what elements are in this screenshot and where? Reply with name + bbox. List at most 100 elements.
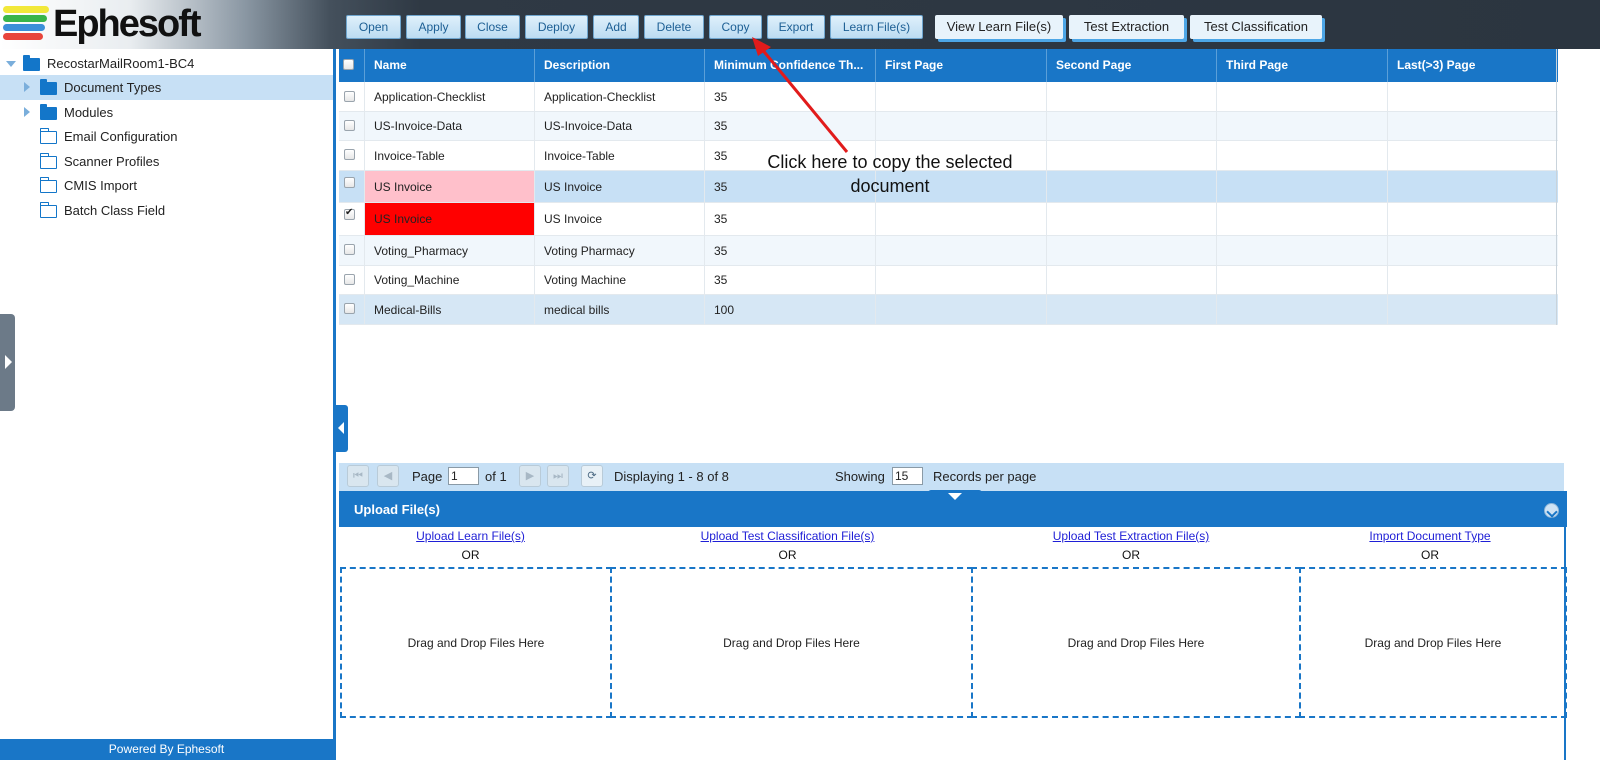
table-row[interactable]: Voting_Machine Voting Machine 35 bbox=[339, 266, 1558, 295]
last-page-cell bbox=[1387, 171, 1558, 202]
column-header-name[interactable]: Name bbox=[364, 49, 534, 82]
records-per-page-input[interactable]: 15 bbox=[892, 467, 923, 485]
column-header-first-page[interactable]: First Page bbox=[875, 49, 1046, 82]
import-document-type-link[interactable]: Import Document Type bbox=[1299, 529, 1561, 543]
select-all-checkbox[interactable] bbox=[343, 59, 354, 70]
tree-item-email-configuration[interactable]: Email Configuration bbox=[0, 124, 333, 149]
row-checkbox[interactable] bbox=[344, 177, 355, 188]
dropzone-label: Drag and Drop Files Here bbox=[1067, 635, 1205, 650]
test-extraction-dropzone[interactable]: Drag and Drop Files Here bbox=[971, 567, 1301, 718]
logo-wordmark: Ephesoft bbox=[53, 3, 202, 45]
name-cell: Invoice-Table bbox=[364, 141, 534, 170]
table-row[interactable]: Medical-Bills medical bills 100 bbox=[339, 295, 1558, 325]
first-page-cell bbox=[875, 82, 1046, 111]
last-page-cell bbox=[1387, 141, 1558, 170]
expand-panel-handle[interactable] bbox=[0, 314, 15, 411]
description-cell: US-Invoice-Data bbox=[534, 112, 704, 140]
split-collapse-handle[interactable] bbox=[928, 490, 982, 504]
row-checkbox[interactable] bbox=[344, 120, 355, 131]
learn-files-dropzone[interactable]: Drag and Drop Files Here bbox=[340, 567, 612, 718]
description-cell: Voting Pharmacy bbox=[534, 236, 704, 265]
import-document-type-dropzone[interactable]: Drag and Drop Files Here bbox=[1299, 567, 1567, 718]
apply-button[interactable]: Apply bbox=[406, 15, 461, 39]
annotation-callout: Click here to copy the selected document bbox=[744, 150, 1036, 198]
refresh-icon[interactable]: ⟳ bbox=[581, 465, 603, 487]
test-classification-dropzone[interactable]: Drag and Drop Files Here bbox=[610, 567, 973, 718]
test-extraction-tab[interactable]: Test Extraction bbox=[1069, 15, 1184, 39]
name-cell: Voting_Machine bbox=[364, 266, 534, 294]
row-checkbox[interactable] bbox=[344, 244, 355, 255]
description-cell: US Invoice bbox=[534, 171, 704, 202]
table-row[interactable]: Application-Checklist Application-Checkl… bbox=[339, 82, 1558, 112]
tree-item-modules[interactable]: Modules bbox=[0, 100, 333, 125]
copy-button[interactable]: Copy bbox=[709, 15, 762, 39]
name-cell: Application-Checklist bbox=[364, 82, 534, 111]
dropzone-label: Drag and Drop Files Here bbox=[1364, 635, 1502, 650]
upload-panel-title: Upload File(s) bbox=[354, 502, 440, 517]
second-page-cell bbox=[1046, 112, 1216, 140]
open-button[interactable]: Open bbox=[346, 15, 401, 39]
upload-test-extraction-link[interactable]: Upload Test Extraction File(s) bbox=[971, 529, 1291, 543]
pager-bar: ⏮ ◀ Page 1 of 1 ▶ ⏭ ⟳ Displaying 1 - 8 o… bbox=[339, 463, 1564, 491]
second-page-cell bbox=[1046, 295, 1216, 324]
last-page-cell bbox=[1387, 203, 1558, 235]
first-page-icon[interactable]: ⏮ bbox=[347, 465, 369, 487]
row-checkbox-checked[interactable] bbox=[344, 207, 355, 220]
close-button[interactable]: Close bbox=[465, 15, 520, 39]
column-header-min-confidence[interactable]: Minimum Confidence Th... bbox=[704, 49, 875, 82]
confidence-cell: 35 bbox=[704, 236, 875, 265]
collapse-chevron-icon[interactable] bbox=[1544, 503, 1559, 518]
row-checkbox[interactable] bbox=[344, 91, 355, 102]
confidence-cell: 100 bbox=[704, 295, 875, 324]
upload-files-panel: Upload File(s) Upload Learn File(s) OR D… bbox=[339, 491, 1567, 760]
description-cell: US Invoice bbox=[534, 203, 704, 235]
table-row[interactable]: Voting_Pharmacy Voting Pharmacy 35 bbox=[339, 236, 1558, 266]
learn-files-button[interactable]: Learn File(s) bbox=[830, 15, 923, 39]
column-header-third-page[interactable]: Third Page bbox=[1216, 49, 1387, 82]
table-row-selected[interactable]: US Invoice US Invoice 35 bbox=[339, 203, 1558, 236]
document-types-grid: Name Description Minimum Confidence Th..… bbox=[339, 49, 1558, 463]
row-checkbox[interactable] bbox=[344, 274, 355, 285]
next-page-icon[interactable]: ▶ bbox=[519, 465, 541, 487]
confidence-cell: 35 bbox=[704, 112, 875, 140]
tree-item-document-types[interactable]: Document Types bbox=[0, 75, 333, 100]
column-header-last-page[interactable]: Last(>3) Page bbox=[1387, 49, 1558, 82]
expand-arrow-icon[interactable] bbox=[24, 107, 30, 117]
column-header-description[interactable]: Description bbox=[534, 49, 704, 82]
tree-item-batch-class-field[interactable]: Batch Class Field bbox=[0, 198, 333, 223]
second-page-cell bbox=[1046, 266, 1216, 294]
name-cell: US Invoice bbox=[364, 171, 534, 202]
collapse-left-panel-tab[interactable] bbox=[335, 405, 348, 452]
add-button[interactable]: Add bbox=[593, 15, 639, 39]
last-page-cell bbox=[1387, 112, 1558, 140]
ephesoft-logo: Ephesoft bbox=[3, 3, 208, 46]
tree-item-label: Scanner Profiles bbox=[64, 154, 160, 169]
deploy-button[interactable]: Deploy bbox=[525, 15, 588, 39]
third-page-cell bbox=[1216, 112, 1387, 140]
upload-test-classification-link[interactable]: Upload Test Classification File(s) bbox=[610, 529, 965, 543]
confidence-cell: 35 bbox=[704, 82, 875, 111]
expand-arrow-icon[interactable] bbox=[24, 82, 30, 92]
row-checkbox[interactable] bbox=[344, 303, 355, 314]
view-learn-files-tab[interactable]: View Learn File(s) bbox=[935, 15, 1063, 39]
test-classification-tab[interactable]: Test Classification bbox=[1190, 15, 1322, 39]
export-button[interactable]: Export bbox=[767, 15, 825, 39]
showing-label: Showing bbox=[835, 469, 885, 484]
tree-root-label: RecostarMailRoom1-BC4 bbox=[47, 56, 195, 71]
third-page-cell bbox=[1216, 82, 1387, 111]
upload-learn-files-link[interactable]: Upload Learn File(s) bbox=[339, 529, 602, 543]
tree-item-scanner-profiles[interactable]: Scanner Profiles bbox=[0, 149, 333, 174]
collapse-arrow-icon[interactable] bbox=[6, 61, 16, 67]
column-header-second-page[interactable]: Second Page bbox=[1046, 49, 1216, 82]
tree-item-label: Email Configuration bbox=[64, 129, 178, 144]
page-number-input[interactable]: 1 bbox=[448, 467, 479, 485]
grid-header: Name Description Minimum Confidence Th..… bbox=[339, 49, 1558, 82]
select-all-cell[interactable] bbox=[339, 49, 364, 82]
tree-root[interactable]: RecostarMailRoom1-BC4 bbox=[0, 51, 333, 76]
delete-button[interactable]: Delete bbox=[644, 15, 704, 39]
tree-item-cmis-import[interactable]: CMIS Import bbox=[0, 173, 333, 198]
prev-page-icon[interactable]: ◀ bbox=[377, 465, 399, 487]
last-page-icon[interactable]: ⏭ bbox=[547, 465, 569, 487]
row-checkbox[interactable] bbox=[344, 149, 355, 160]
table-row[interactable]: US-Invoice-Data US-Invoice-Data 35 bbox=[339, 112, 1558, 141]
